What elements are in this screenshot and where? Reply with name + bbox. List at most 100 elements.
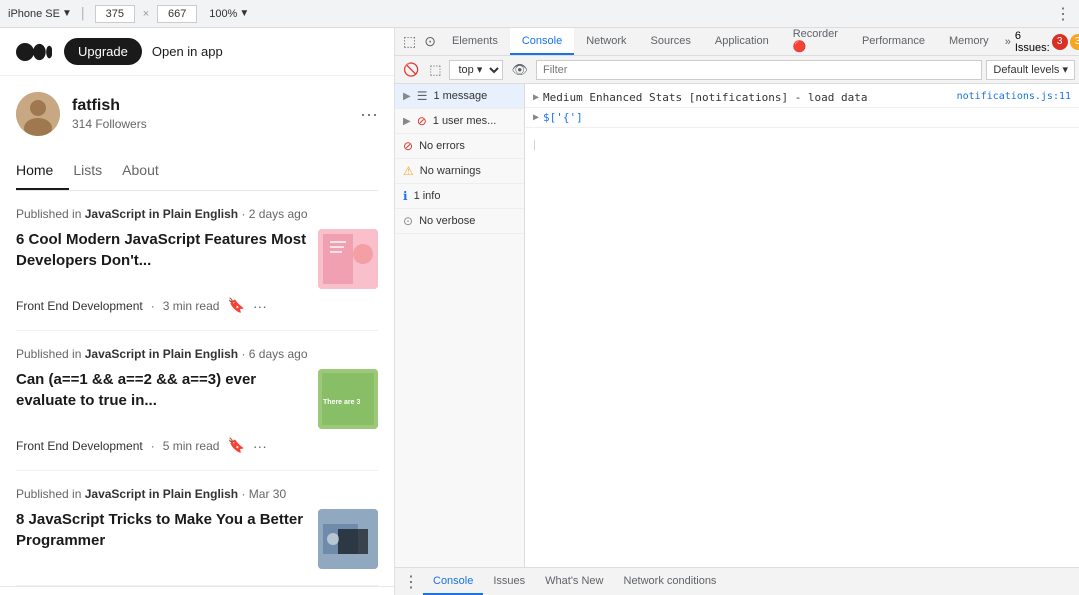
tab-home[interactable]: Home: [16, 154, 69, 190]
sidebar-label-errors: No errors: [419, 140, 465, 152]
sidebar-item-info[interactable]: ℹ 1 info: [395, 184, 524, 209]
sidebar-item-verbose[interactable]: ⊙ No verbose: [395, 209, 524, 234]
height-input[interactable]: [157, 5, 197, 23]
profile-more-button[interactable]: ···: [360, 104, 378, 125]
sidebar-label-warnings: No warnings: [420, 165, 481, 177]
console-scope-select[interactable]: top ▾: [449, 60, 503, 80]
bookmark-icon[interactable]: 🔖: [227, 437, 244, 454]
bottom-bar-more[interactable]: ⋮: [399, 572, 423, 592]
tab-application[interactable]: Application: [703, 28, 781, 55]
sidebar-arrow: ▶: [403, 91, 411, 102]
profile-info: fatfish 314 Followers: [72, 97, 147, 131]
tab-console[interactable]: Console: [510, 28, 574, 55]
error-count-badge: 3: [1052, 34, 1068, 50]
sidebar-label-info: 1 info: [414, 190, 441, 202]
upgrade-button[interactable]: Upgrade: [64, 38, 142, 65]
width-input[interactable]: [95, 5, 135, 23]
article-item: Published in JavaScript in Plain English…: [16, 331, 378, 471]
article-thumbnail: [318, 229, 378, 289]
cursor-caret: |: [533, 139, 536, 151]
device-dropdown-icon[interactable]: ▼: [62, 8, 72, 19]
sidebar-item-warnings[interactable]: ⚠ No warnings: [395, 159, 524, 184]
bottom-tab-network-conditions[interactable]: Network conditions: [614, 568, 727, 595]
console-clear-button[interactable]: 🚫: [399, 60, 423, 80]
article-more-button[interactable]: ···: [253, 438, 267, 454]
warning-count-badge: 3: [1070, 34, 1079, 50]
tab-more-button[interactable]: »: [1001, 36, 1015, 48]
sidebar-label-messages: 1 message: [433, 90, 487, 102]
browser-top-bar: iPhone SE ▼ │ × 100% ▼ ⋮: [0, 0, 1079, 28]
console-cursor-area[interactable]: |: [525, 128, 1079, 159]
console-log-line-1: ▶ Medium Enhanced Stats [notifications] …: [525, 88, 1079, 108]
user-messages-icon: ⊘: [417, 114, 427, 128]
sidebar-item-user-messages[interactable]: ▶ ⊘ 1 user mes...: [395, 109, 524, 134]
issues-label: 6 Issues: 3 3: [1015, 30, 1079, 54]
devtools-inspect-button[interactable]: ⊙: [420, 31, 440, 52]
default-levels-button[interactable]: Default levels ▾: [986, 60, 1075, 80]
tab-elements[interactable]: Elements: [440, 28, 510, 55]
followers-count: 314 Followers: [72, 117, 147, 131]
log-expand-arrow-2[interactable]: ▶: [533, 111, 539, 123]
article-meta: Published in JavaScript in Plain English…: [16, 347, 378, 361]
devtools-dock-button[interactable]: ⬚: [399, 31, 420, 52]
bottom-tab-issues[interactable]: Issues: [483, 568, 535, 595]
dim-separator: │: [80, 8, 87, 20]
article-title[interactable]: Can (a==1 && a==2 && a==3) ever evaluate…: [16, 369, 308, 411]
article-title[interactable]: 8 JavaScript Tricks to Make You a Better…: [16, 509, 308, 551]
browser-more-button[interactable]: ⋮: [1055, 4, 1071, 24]
devtools-bottom-bar: ⋮ Console Issues What's New Network cond…: [395, 567, 1079, 595]
console-eye-button[interactable]: 👁: [507, 60, 532, 80]
sidebar-item-errors[interactable]: ⊘ No errors: [395, 134, 524, 159]
tab-lists[interactable]: Lists: [73, 154, 118, 190]
article-footer: Front End Development · 5 min read 🔖 ···: [16, 437, 378, 454]
article-title[interactable]: 6 Cool Modern JavaScript Features Most D…: [16, 229, 308, 271]
medium-logo: [16, 41, 52, 63]
article-item: Published in JavaScript in Plain English…: [16, 471, 378, 586]
profile-name: fatfish: [72, 97, 147, 115]
open-in-app-button[interactable]: Open in app: [152, 44, 223, 59]
devtools-toolbar: ⬚ ⊙ Elements Console Network Sources App…: [395, 28, 1079, 56]
svg-text:There are 3: There are 3: [323, 399, 360, 406]
dim-x: ×: [143, 8, 149, 20]
zoom-selector[interactable]: 100% ▼: [209, 8, 249, 20]
mobile-preview: Upgrade Open in app fatfish: [0, 28, 395, 595]
read-time: 5 min read: [163, 439, 220, 453]
info-icon: ℹ: [403, 189, 408, 203]
article-tag[interactable]: Front End Development: [16, 439, 143, 453]
article-content: 6 Cool Modern JavaScript Features Most D…: [16, 229, 378, 289]
article-thumbnail: [318, 509, 378, 569]
sidebar-item-messages[interactable]: ▶ ☰ 1 message: [395, 84, 524, 109]
profile-section: fatfish 314 Followers ··· Home Lists Abo…: [0, 76, 394, 191]
tab-network[interactable]: Network: [574, 28, 638, 55]
sidebar-label-verbose: No verbose: [419, 215, 475, 227]
avatar: [16, 92, 60, 136]
log-file-link[interactable]: notifications.js:11: [957, 91, 1071, 102]
sidebar-arrow: ▶: [403, 116, 411, 127]
article-footer: Front End Development · 3 min read 🔖 ···: [16, 297, 378, 314]
article-content: Can (a==1 && a==2 && a==3) ever evaluate…: [16, 369, 378, 429]
console-filter-input[interactable]: [536, 60, 982, 80]
console-filter-toggle[interactable]: ⬚: [425, 60, 445, 80]
bottom-tab-whats-new[interactable]: What's New: [535, 568, 613, 595]
tab-about[interactable]: About: [122, 154, 175, 190]
log-expand-arrow[interactable]: ▶: [533, 91, 539, 103]
log-text: Medium Enhanced Stats [notifications] - …: [543, 91, 949, 104]
tab-memory[interactable]: Memory: [937, 28, 1001, 55]
article-thumbnail: There are 3: [318, 369, 378, 429]
bookmark-icon[interactable]: 🔖: [227, 297, 244, 314]
device-selector[interactable]: iPhone SE ▼: [8, 8, 72, 20]
bottom-nav: ⌂ 🔍 🔖 👤: [0, 586, 394, 595]
read-time: 3 min read: [163, 299, 220, 313]
article-meta: Published in JavaScript in Plain English…: [16, 487, 378, 501]
messages-icon: ☰: [417, 89, 428, 103]
devtools-panel: ⬚ ⊙ Elements Console Network Sources App…: [395, 28, 1079, 595]
article-more-button[interactable]: ···: [253, 298, 267, 314]
log-text-2: $['{']: [543, 111, 1071, 124]
article-tag[interactable]: Front End Development: [16, 299, 143, 313]
tab-sources[interactable]: Sources: [639, 28, 703, 55]
tab-recorder[interactable]: Recorder 🔴: [781, 28, 850, 55]
tab-performance[interactable]: Performance: [850, 28, 937, 55]
bottom-tab-console[interactable]: Console: [423, 568, 483, 595]
profile-nav: Home Lists About: [16, 154, 378, 191]
medium-header: Upgrade Open in app: [0, 28, 394, 76]
